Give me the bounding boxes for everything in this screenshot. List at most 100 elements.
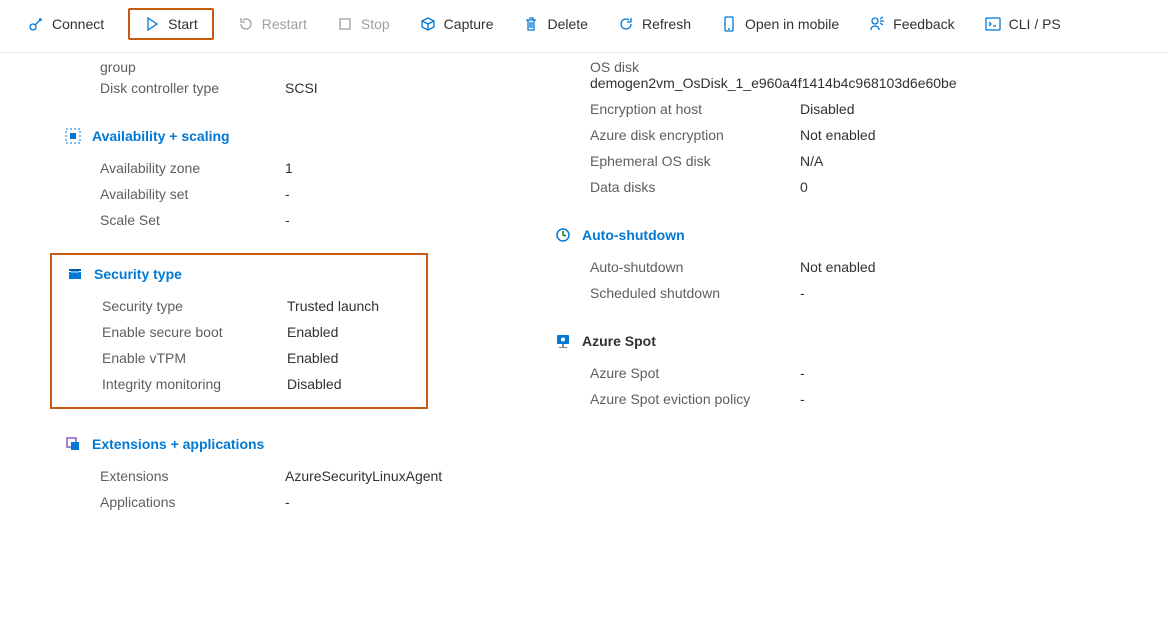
- capture-label: Capture: [444, 16, 494, 32]
- label: Enable secure boot: [102, 324, 287, 340]
- label: Scale Set: [100, 212, 285, 228]
- stop-label: Stop: [361, 16, 390, 32]
- label: Azure disk encryption: [590, 127, 800, 143]
- value: AzureSecurityLinuxAgent: [285, 468, 442, 484]
- stop-button: Stop: [331, 12, 396, 36]
- label: Availability zone: [100, 160, 285, 176]
- row-avail-zone: Availability zone 1: [100, 155, 570, 181]
- delete-label: Delete: [547, 16, 587, 32]
- label: Encryption at host: [590, 101, 800, 117]
- value: Not enabled: [800, 259, 876, 275]
- value: N/A: [800, 153, 823, 169]
- label: Security type: [102, 298, 287, 314]
- group-extensions: Extensions + applications Extensions Azu…: [50, 435, 570, 515]
- label: Data disks: [590, 179, 800, 195]
- value: -: [800, 391, 805, 407]
- row-enc-host: Encryption at host Disabled: [590, 96, 1130, 122]
- cli-icon: [985, 16, 1001, 32]
- row-avail-set: Availability set -: [100, 181, 570, 207]
- partial-group-label: group: [50, 53, 570, 75]
- restart-icon: [238, 16, 254, 32]
- row-os-disk-value: demogen2vm_OsDisk_1_e960a4f1414b4c968103…: [590, 75, 1130, 96]
- group-title: Azure Spot: [582, 333, 656, 349]
- group-azure-spot: Azure Spot Azure Spot - Azure Spot evict…: [590, 332, 1130, 412]
- row-sched-shutdown: Scheduled shutdown -: [590, 280, 1130, 306]
- row-auto-shutdown: Auto-shutdown Not enabled: [590, 254, 1130, 280]
- value: Disabled: [800, 101, 854, 117]
- cli-button[interactable]: CLI / PS: [979, 12, 1067, 36]
- cli-label: CLI / PS: [1009, 16, 1061, 32]
- label: Integrity monitoring: [102, 376, 287, 392]
- label: Auto-shutdown: [590, 259, 800, 275]
- row-extensions: Extensions AzureSecurityLinuxAgent: [100, 463, 570, 489]
- row-security-type: Security type Trusted launch: [102, 293, 416, 319]
- row-disk-controller: Disk controller type SCSI: [100, 75, 570, 101]
- value: -: [285, 494, 290, 510]
- refresh-icon: [618, 16, 634, 32]
- label: Extensions: [100, 468, 285, 484]
- row-secure-boot: Enable secure boot Enabled: [102, 319, 416, 345]
- properties-pane: group Disk controller type SCSI Availabi…: [0, 53, 1168, 535]
- value: Enabled: [287, 324, 338, 340]
- row-eph: Ephemeral OS disk N/A: [590, 148, 1130, 174]
- start-button[interactable]: Start: [128, 8, 214, 40]
- value: demogen2vm_OsDisk_1_e960a4f1414b4c968103…: [590, 75, 1130, 91]
- group-header-security[interactable]: Security type: [66, 265, 182, 283]
- value: Disabled: [287, 376, 341, 392]
- feedback-button[interactable]: Feedback: [863, 12, 960, 36]
- left-column: group Disk controller type SCSI Availabi…: [0, 53, 570, 515]
- refresh-label: Refresh: [642, 16, 691, 32]
- group-header-extensions[interactable]: Extensions + applications: [64, 435, 264, 453]
- extensions-icon: [64, 435, 82, 453]
- value: 1: [285, 160, 293, 176]
- value: -: [285, 212, 290, 228]
- row-vtpm: Enable vTPM Enabled: [102, 345, 416, 371]
- restart-button: Restart: [232, 12, 313, 36]
- row-applications: Applications -: [100, 489, 570, 515]
- value: -: [285, 186, 290, 202]
- availability-icon: [64, 127, 82, 145]
- right-column: OS disk demogen2vm_OsDisk_1_e960a4f1414b…: [570, 53, 1130, 515]
- label: Disk controller type: [100, 80, 285, 96]
- label: Azure Spot: [590, 365, 800, 381]
- row-data-disks: Data disks 0: [590, 174, 1130, 200]
- group-header-availability[interactable]: Availability + scaling: [64, 127, 230, 145]
- row-ade: Azure disk encryption Not enabled: [590, 122, 1130, 148]
- restart-label: Restart: [262, 16, 307, 32]
- row-spot-eviction: Azure Spot eviction policy -: [590, 386, 1130, 412]
- delete-button[interactable]: Delete: [517, 12, 593, 36]
- value: -: [800, 285, 805, 301]
- group-availability: Availability + scaling Availability zone…: [50, 127, 570, 233]
- label: Applications: [100, 494, 285, 510]
- group-title: Availability + scaling: [92, 128, 230, 144]
- value: Enabled: [287, 350, 338, 366]
- connect-icon: [28, 16, 44, 32]
- security-highlight-box: Security type Security type Trusted laun…: [50, 253, 428, 409]
- trash-icon: [523, 16, 539, 32]
- group-title: Extensions + applications: [92, 436, 264, 452]
- mobile-icon: [721, 16, 737, 32]
- open-mobile-button[interactable]: Open in mobile: [715, 12, 845, 36]
- capture-button[interactable]: Capture: [414, 12, 500, 36]
- row-scale-set: Scale Set -: [100, 207, 570, 233]
- group-auto-shutdown: Auto-shutdown Auto-shutdown Not enabled …: [590, 226, 1130, 306]
- label: Scheduled shutdown: [590, 285, 800, 301]
- start-label: Start: [168, 16, 198, 32]
- connect-label: Connect: [52, 16, 104, 32]
- value: -: [800, 365, 805, 381]
- os-disk-partial-label: OS disk: [590, 53, 1130, 75]
- label: Azure Spot eviction policy: [590, 391, 800, 407]
- label: Enable vTPM: [102, 350, 287, 366]
- security-icon: [66, 265, 84, 283]
- connect-button[interactable]: Connect: [22, 12, 110, 36]
- group-header-auto-shutdown[interactable]: Auto-shutdown: [554, 226, 685, 244]
- value: Not enabled: [800, 127, 876, 143]
- label: Availability set: [100, 186, 285, 202]
- label: Ephemeral OS disk: [590, 153, 800, 169]
- play-icon: [144, 16, 160, 32]
- command-bar: Connect Start Restart Stop Capture Delet…: [0, 0, 1168, 53]
- capture-icon: [420, 16, 436, 32]
- group-security: Security type Security type Trusted laun…: [62, 265, 416, 397]
- refresh-button[interactable]: Refresh: [612, 12, 697, 36]
- row-spot: Azure Spot -: [590, 360, 1130, 386]
